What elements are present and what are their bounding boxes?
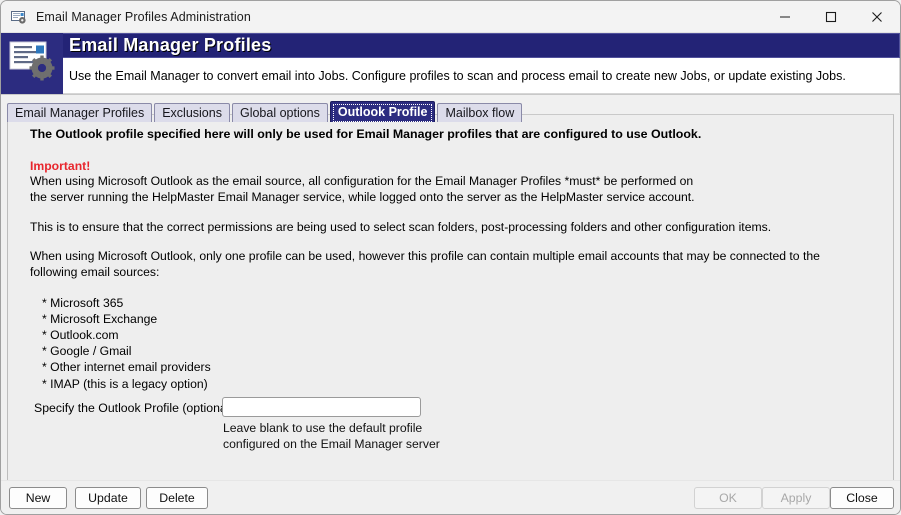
list-item: * Microsoft Exchange <box>42 311 158 326</box>
window-controls <box>762 1 900 32</box>
outlook-profile-hint: Leave blank to use the default profile c… <box>223 421 440 453</box>
list-item: * Other internet email providers <box>42 360 211 375</box>
banner-text-area: Email Manager Profiles Use the Email Man… <box>63 33 900 94</box>
minimize-button[interactable] <box>762 1 808 32</box>
new-button[interactable]: New <box>9 487 67 509</box>
permissions-paragraph: This is to ensure that the correct permi… <box>30 219 772 234</box>
lead-paragraph: The Outlook profile specified here will … <box>30 127 702 141</box>
maximize-button[interactable] <box>808 1 854 32</box>
button-label: OK <box>719 491 737 505</box>
banner-icon-container <box>1 33 63 94</box>
outlook-profile-input[interactable] <box>222 397 421 417</box>
tab-label: Email Manager Profiles <box>15 106 145 120</box>
list-item: * IMAP (this is a legacy option) <box>42 376 208 391</box>
button-label: New <box>25 491 51 505</box>
important-label: Important! <box>30 158 91 173</box>
single-profile-paragraph: When using Microsoft Outlook, only one p… <box>30 249 820 279</box>
banner-title: Email Manager Profiles <box>63 33 900 58</box>
button-label: Close <box>846 491 878 505</box>
application-window: Email Manager Profiles Administration Em… <box>0 0 901 515</box>
email-sources-list: * Microsoft 365 * Microsoft Exchange * O… <box>42 295 879 392</box>
button-label: Update <box>88 491 128 505</box>
page-banner: Email Manager Profiles Use the Email Man… <box>1 33 900 95</box>
hint-line-1: Leave blank to use the default profile <box>223 421 423 435</box>
tab-exclusions[interactable]: Exclusions <box>154 103 230 122</box>
dialog-button-bar: New Update Delete OK Apply Close <box>1 480 900 514</box>
tab-mailbox-flow[interactable]: Mailbox flow <box>437 103 523 122</box>
title-bar: Email Manager Profiles Administration <box>1 1 900 33</box>
delete-button[interactable]: Delete <box>146 487 208 509</box>
tab-content-panel: The Outlook profile specified here will … <box>7 114 894 482</box>
apply-button[interactable]: Apply <box>762 487 830 509</box>
banner-description: Use the Email Manager to convert email i… <box>63 58 900 94</box>
update-button[interactable]: Update <box>75 487 141 509</box>
list-item: * Google / Gmail <box>42 344 132 359</box>
close-dialog-button[interactable]: Close <box>830 487 894 509</box>
tab-label: Mailbox flow <box>445 106 515 120</box>
tab-global-options[interactable]: Global options <box>231 103 328 122</box>
button-label: Apply <box>780 491 812 505</box>
tab-label: Global options <box>239 106 320 120</box>
hint-line-2: configured on the Email Manager server <box>223 436 440 451</box>
outlook-profile-content: The Outlook profile specified here will … <box>8 115 893 481</box>
tab-label: Exclusions <box>162 106 222 120</box>
window-title: Email Manager Profiles Administration <box>36 9 251 24</box>
close-button[interactable] <box>854 1 900 32</box>
list-item: * Microsoft 365 <box>42 295 124 310</box>
button-label: Delete <box>159 491 195 505</box>
email-settings-icon <box>11 9 27 25</box>
tab-outlook-profile[interactable]: Outlook Profile <box>329 101 436 122</box>
tab-label: Outlook Profile <box>337 105 428 119</box>
tab-email-manager-profiles[interactable]: Email Manager Profiles <box>7 103 153 122</box>
tab-strip: Email Manager Profiles Exclusions Global… <box>7 101 900 122</box>
outlook-profile-label: Specify the Outlook Profile (optional) <box>34 401 234 415</box>
important-body-line-1: When using Microsoft Outlook as the emai… <box>30 174 694 189</box>
email-profile-gear-icon <box>9 40 55 87</box>
important-body-line-2: the server running the HelpMaster Email … <box>30 190 695 205</box>
list-item: * Outlook.com <box>42 327 119 342</box>
ok-button[interactable]: OK <box>694 487 762 509</box>
